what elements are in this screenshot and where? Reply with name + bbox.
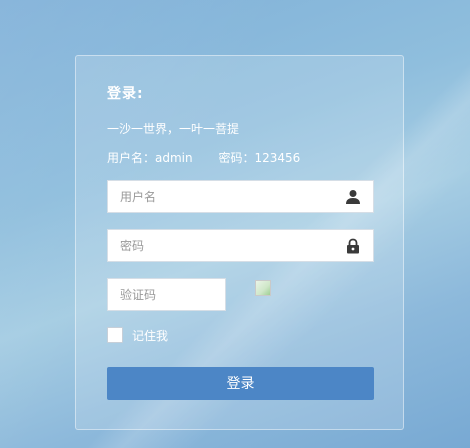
captcha-field [107,278,226,311]
lock-icon [345,238,361,254]
login-button[interactable]: 登录 [107,367,374,400]
login-title: 登录: [107,86,144,102]
password-hint: 密码：123456 [218,151,301,165]
password-input[interactable] [108,230,338,261]
broken-image-icon[interactable] [255,280,271,296]
username-hint: 用户名：admin [107,151,193,165]
motto-text: 一沙一世界，一叶一菩提 [107,122,240,136]
remember-checkbox[interactable] [107,327,123,343]
remember-me[interactable]: 记住我 [107,326,168,344]
remember-label: 记住我 [132,328,169,343]
user-icon [345,189,361,205]
username-input[interactable] [108,181,338,212]
captcha-input[interactable] [108,279,225,310]
username-field [107,180,374,213]
password-field [107,229,374,262]
login-panel: 登录: 一沙一世界，一叶一菩提 用户名：admin 密码：123456 记住我 [75,55,404,430]
credentials-hint: 用户名：admin 密码：123456 [107,149,300,166]
